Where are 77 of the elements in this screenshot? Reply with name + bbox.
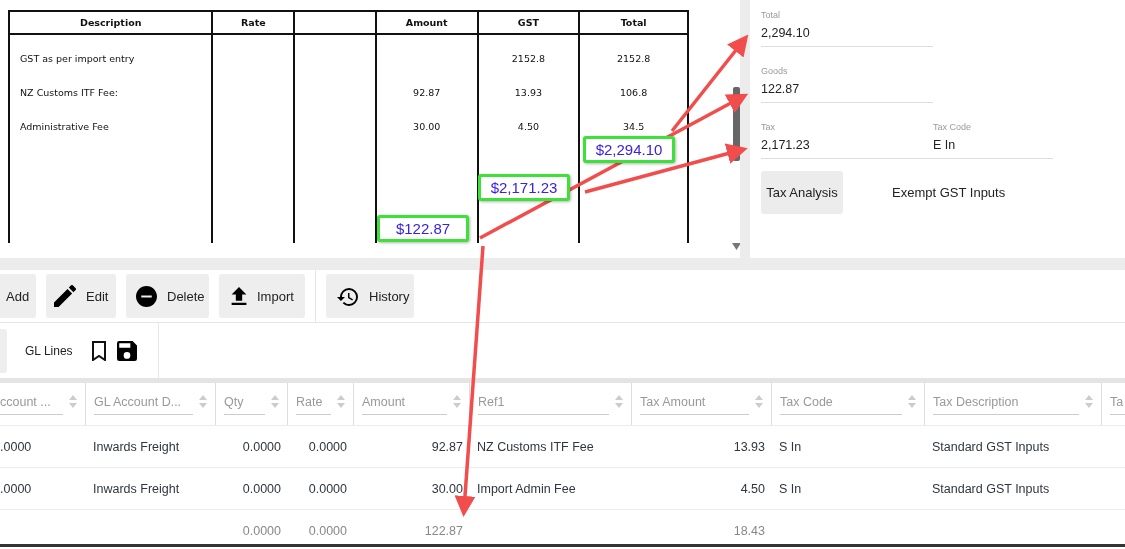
sort-icon[interactable] bbox=[615, 395, 623, 408]
invoice-cell: 30.00 bbox=[413, 120, 441, 132]
history-button[interactable]: History bbox=[326, 274, 414, 318]
invoice-cell: GST as per import entry bbox=[20, 52, 135, 64]
save-icon[interactable] bbox=[116, 340, 137, 361]
invoice-cell: 92.87 bbox=[413, 86, 441, 98]
field-value: 2,294.10 bbox=[761, 26, 811, 40]
table-cell: Standard GST Inputs bbox=[932, 481, 1050, 496]
table-cell: 0.0000 bbox=[242, 439, 281, 454]
column-heading: Rate bbox=[240, 17, 266, 28]
invoice-cell: 2152.8 bbox=[617, 52, 651, 64]
invoice-cell: 106.8 bbox=[620, 86, 648, 98]
table-cell: Import Admin Fee bbox=[477, 481, 576, 496]
field-label: Tax bbox=[761, 122, 776, 132]
table-cell: Inwards Freight bbox=[93, 481, 180, 496]
sort-icon[interactable] bbox=[908, 395, 916, 408]
field-label: Goods bbox=[761, 66, 789, 76]
table-cell: 4.50 bbox=[740, 481, 765, 496]
field-value: E In bbox=[933, 138, 957, 152]
text-field[interactable]: Total 2,294.10 bbox=[761, 0, 933, 47]
invoice-cell: 2152.8 bbox=[511, 52, 546, 64]
scrollbar-thumb[interactable] bbox=[733, 87, 740, 161]
text-field[interactable]: Tax 2,171.23 bbox=[761, 103, 933, 159]
sort-icon[interactable] bbox=[337, 395, 345, 408]
column-heading: Amount bbox=[405, 17, 448, 28]
delete-button[interactable]: Delete bbox=[126, 274, 209, 318]
field-label: Tax Code bbox=[933, 122, 973, 132]
column-heading: GST bbox=[517, 17, 539, 28]
field-value: 122.87 bbox=[761, 82, 801, 96]
field-label: Total bbox=[761, 10, 781, 20]
table-cell: 0.0000 bbox=[308, 439, 347, 454]
text-field[interactable]: Goods 122.87 bbox=[761, 47, 933, 103]
upload-icon bbox=[231, 286, 247, 306]
table-cell: 92.87 bbox=[431, 439, 463, 454]
table-cell: 0.0000 bbox=[308, 481, 347, 496]
gl-lines-label: GL Lines bbox=[25, 343, 73, 358]
bookmark-icon[interactable] bbox=[90, 340, 107, 361]
sort-icon[interactable] bbox=[453, 395, 461, 408]
sort-icon[interactable] bbox=[69, 395, 77, 408]
invoice-cell: 34.5 bbox=[623, 120, 645, 132]
callout-label: $122.87 bbox=[377, 215, 469, 242]
table-cell: S In bbox=[779, 481, 802, 496]
total-cell: 18.43 bbox=[733, 523, 765, 538]
sort-icon[interactable] bbox=[271, 395, 279, 408]
scroll-down-arrow-icon[interactable] bbox=[732, 243, 741, 250]
total-cell: 0.0000 bbox=[308, 523, 347, 538]
table-cell: Standard GST Inputs bbox=[932, 439, 1050, 454]
add-button[interactable]: Add bbox=[0, 274, 36, 318]
column-heading: Total bbox=[620, 17, 647, 28]
invoice-cell: 4.50 bbox=[517, 120, 539, 132]
sort-icon[interactable] bbox=[1085, 395, 1093, 408]
total-cell: 122.87 bbox=[424, 523, 463, 538]
edit-button[interactable]: Edit bbox=[46, 274, 116, 318]
callout-label: $2,171.23 bbox=[478, 174, 570, 201]
sort-icon[interactable] bbox=[755, 395, 763, 408]
table-cell: NZ Customs ITF Fee bbox=[477, 439, 594, 454]
table-cell: .0000 bbox=[0, 439, 32, 454]
table-cell: 0.0000 bbox=[242, 481, 281, 496]
column-heading: Description bbox=[80, 17, 142, 28]
pencil-icon bbox=[54, 285, 76, 307]
tax-code-description: Exempt GST Inputs bbox=[892, 185, 1006, 200]
table-cell: 30.00 bbox=[431, 481, 463, 496]
invoice-cell: NZ Customs ITF Fee: bbox=[20, 86, 118, 98]
tax-analysis-button[interactable]: Tax Analysis bbox=[761, 171, 843, 214]
invoice-cell: Administrative Fee bbox=[20, 120, 109, 132]
table-cell: S In bbox=[779, 439, 802, 454]
table-cell: 13.93 bbox=[733, 439, 765, 454]
table-cell: Inwards Freight bbox=[93, 439, 180, 454]
text-field[interactable]: Tax Code E In bbox=[933, 103, 1053, 159]
sort-icon[interactable] bbox=[199, 395, 207, 408]
field-value: 2,171.23 bbox=[761, 138, 811, 152]
total-cell: 0.0000 bbox=[242, 523, 281, 538]
table-cell: .0000 bbox=[0, 481, 32, 496]
import-button[interactable]: Import bbox=[219, 274, 305, 318]
callout-label: $2,294.10 bbox=[583, 136, 675, 163]
history-icon bbox=[336, 285, 359, 307]
invoice-cell: 13.93 bbox=[514, 86, 543, 98]
